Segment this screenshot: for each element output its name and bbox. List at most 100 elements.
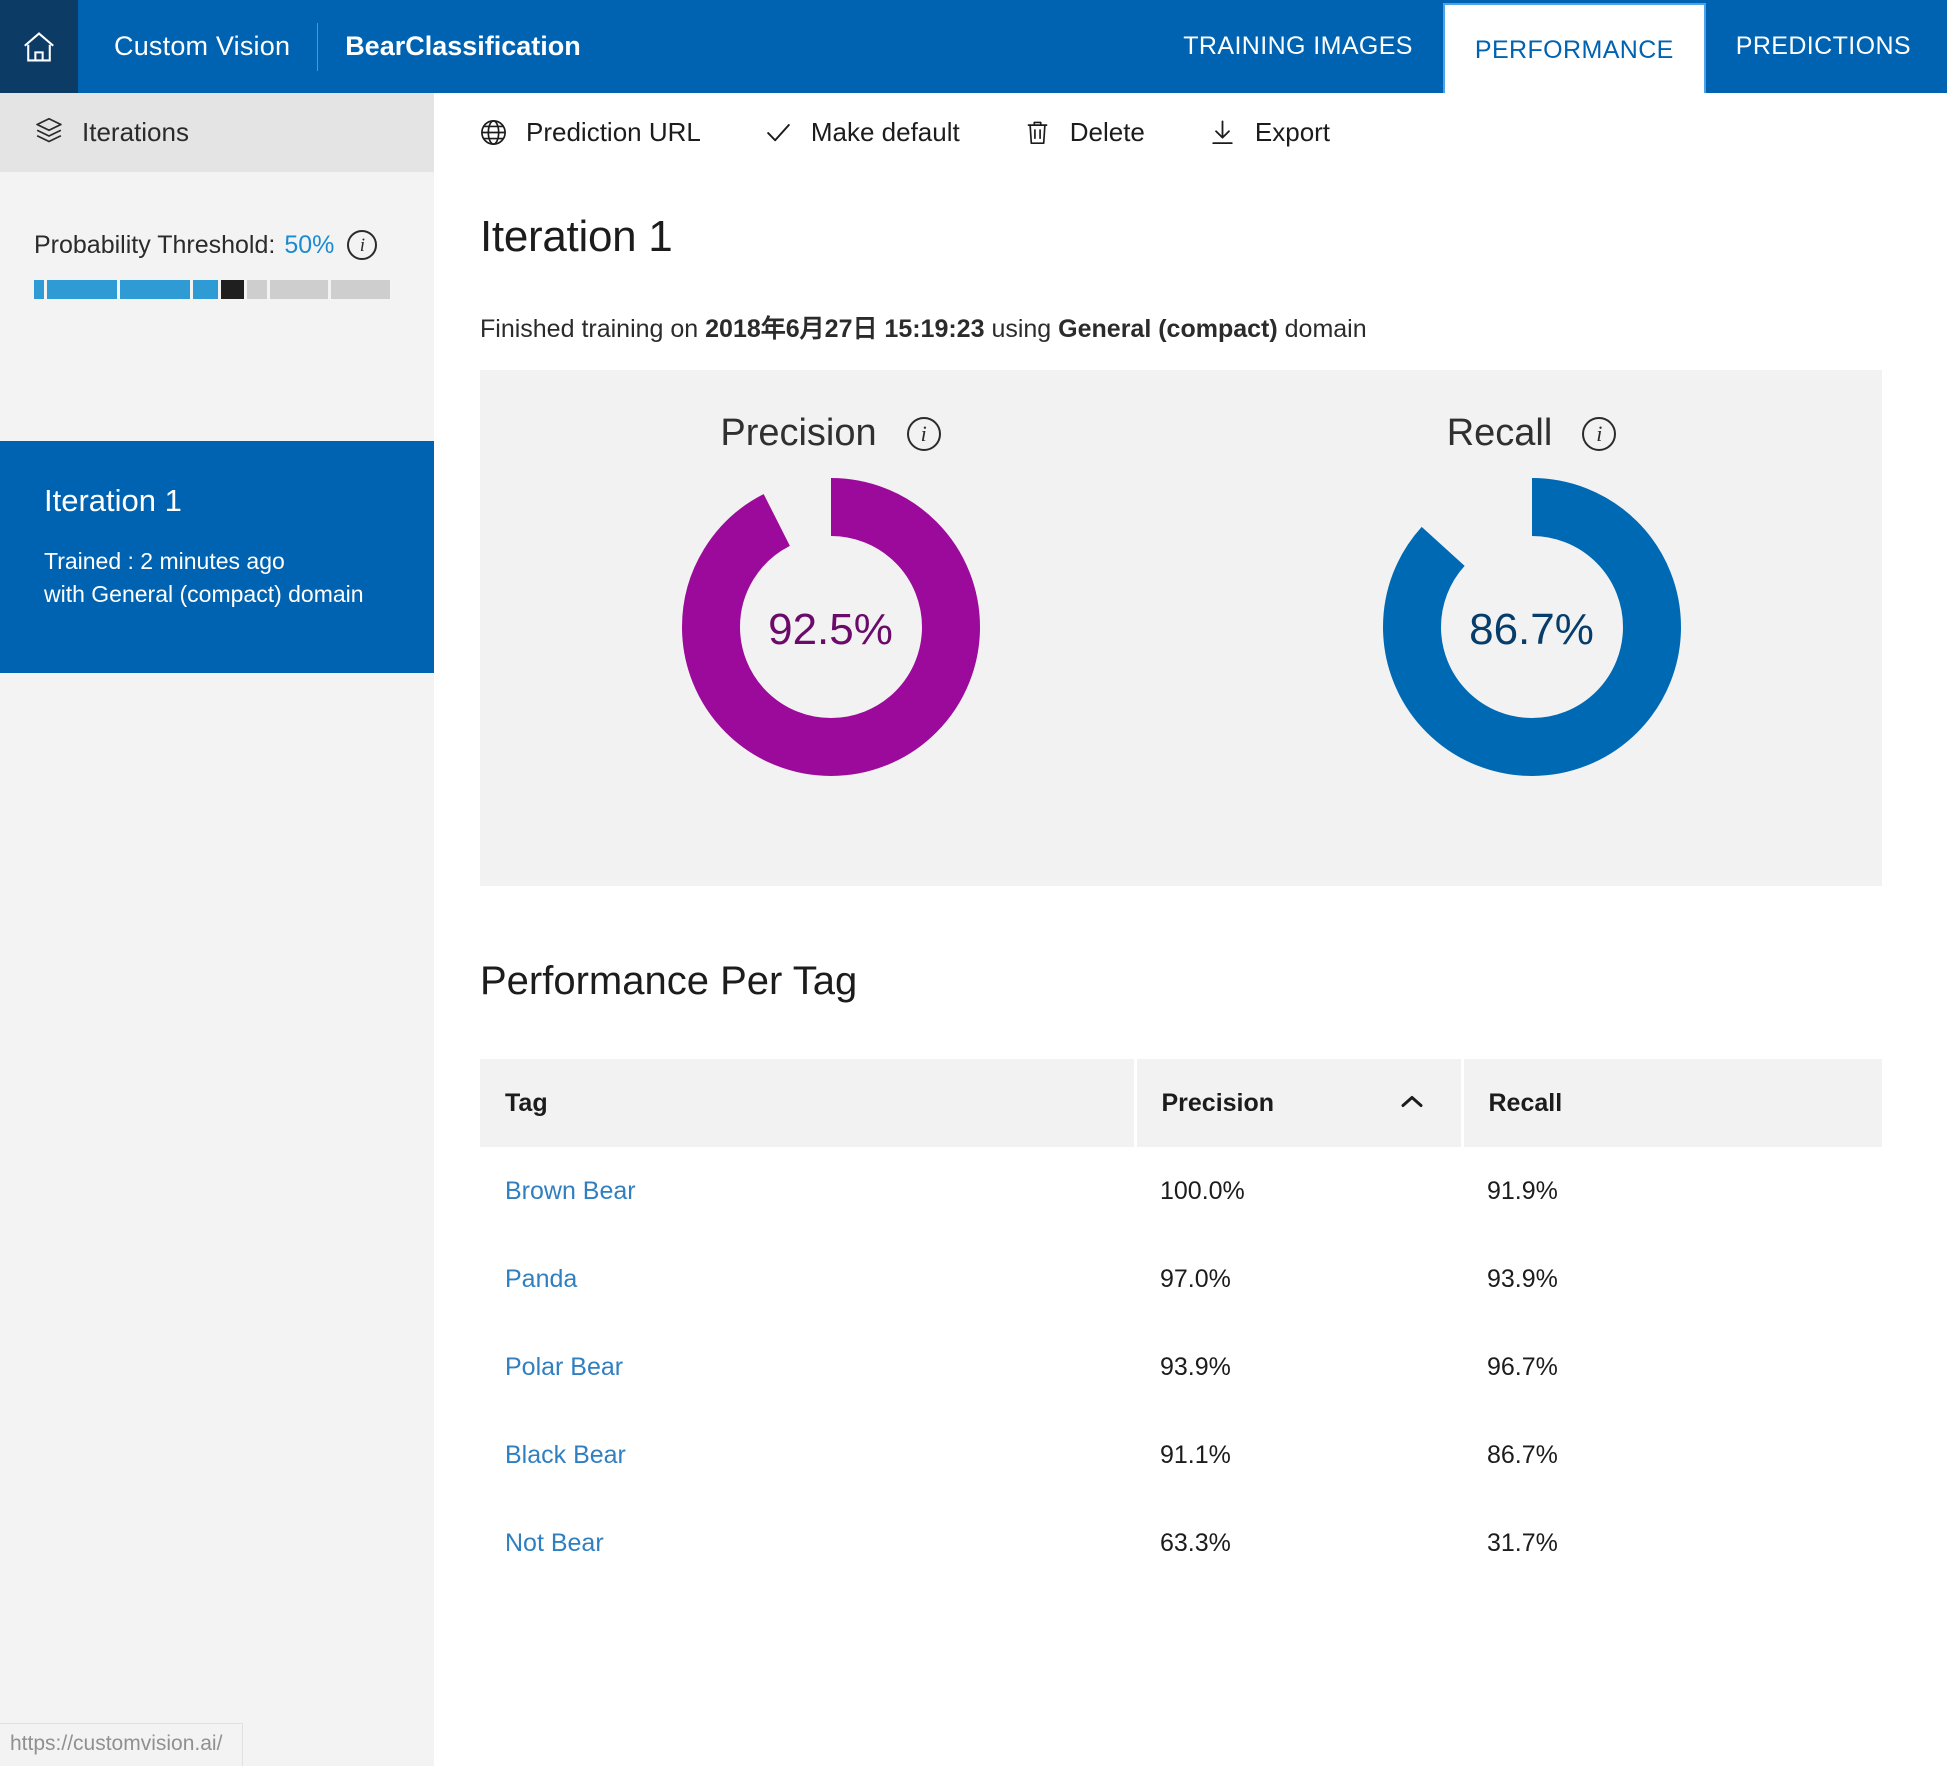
table-row: Polar Bear 93.9% 96.7% — [480, 1323, 1882, 1411]
column-header-recall[interactable]: Recall — [1462, 1059, 1882, 1147]
export-label: Export — [1254, 117, 1331, 147]
slider-thumb[interactable] — [221, 280, 245, 299]
sort-ascending-icon — [1399, 1089, 1425, 1118]
info-icon[interactable]: i — [906, 416, 941, 451]
sidebar-header-label: Iterations — [82, 117, 189, 147]
finished-prefix: Finished training on — [480, 315, 706, 343]
cell-tag: Brown Bear — [480, 1147, 1135, 1235]
probability-threshold-slider[interactable] — [34, 280, 390, 299]
delete-button[interactable]: Delete — [1022, 117, 1145, 148]
sidebar-item-iteration-1[interactable]: Iteration 1 Trained : 2 minutes ago with… — [0, 441, 434, 673]
tag-link[interactable]: Panda — [505, 1265, 577, 1293]
table-row: Not Bear 63.3% 31.7% — [480, 1499, 1882, 1587]
tag-link[interactable]: Not Bear — [505, 1529, 604, 1557]
iteration-card-domain: with General (compact) domain — [44, 580, 364, 607]
page-title: Iteration 1 — [480, 212, 673, 261]
trash-icon — [1022, 117, 1053, 148]
make-default-label: Make default — [810, 117, 960, 147]
cell-precision: 100.0% — [1160, 1176, 1245, 1205]
finished-domain: General (compact) — [1058, 315, 1278, 343]
precision-value: 92.5% — [768, 604, 893, 654]
probability-threshold-block: Probability Threshold: 50% i — [0, 172, 434, 299]
info-icon[interactable]: i — [347, 230, 378, 260]
table-row: Black Bear 91.1% 86.7% — [480, 1411, 1882, 1499]
slider-segment[interactable] — [193, 280, 219, 299]
recall-donut-wrap: 86.7% — [1181, 477, 1882, 782]
sidebar-header-iterations[interactable]: Iterations — [0, 93, 434, 172]
make-default-button[interactable]: Make default — [763, 117, 960, 148]
finished-date: 2018年6月27日 15:19:23 — [705, 315, 985, 343]
check-icon — [763, 117, 794, 148]
performance-per-tag-table: Tag Precision Recall Brown Bear 100.0% 91.… — [480, 1059, 1882, 1587]
sidebar: Iterations Probability Threshold: 50% i … — [0, 93, 434, 1766]
brand-divider — [317, 22, 319, 71]
tag-link[interactable]: Brown Bear — [505, 1177, 636, 1205]
threshold-value: 50% — [284, 230, 335, 259]
prediction-url-button[interactable]: Prediction URL — [478, 117, 701, 148]
column-header-precision[interactable]: Precision — [1135, 1059, 1464, 1147]
slider-segment[interactable] — [331, 280, 390, 299]
home-button[interactable] — [0, 0, 78, 93]
table-row: Panda 97.0% 93.9% — [480, 1235, 1882, 1323]
slider-segment[interactable] — [119, 280, 191, 299]
recall-metric: Recall i 86.7% — [1181, 370, 1882, 886]
cell-tag: Polar Bear — [480, 1323, 1135, 1411]
finished-suffix: domain — [1277, 315, 1367, 343]
cell-precision: 93.9% — [1160, 1352, 1231, 1381]
top-navigation-bar: Custom Vision BearClassification TRAININ… — [0, 0, 1947, 96]
download-icon — [1207, 117, 1238, 148]
finished-training-line: Finished training on 2018年6月27日 15:19:23… — [480, 309, 1947, 345]
column-header-precision-label: Precision — [1161, 1088, 1275, 1117]
project-title: BearClassification — [345, 31, 581, 61]
column-header-tag[interactable]: Tag — [480, 1059, 1137, 1147]
cell-recall: 96.7% — [1487, 1352, 1558, 1381]
iteration-toolbar: Prediction URL Make default Delete Expor… — [434, 93, 1947, 172]
stack-icon — [34, 115, 64, 150]
cell-recall: 91.9% — [1487, 1176, 1558, 1205]
prediction-url-label: Prediction URL — [526, 117, 701, 147]
tab-training-images[interactable]: TRAINING IMAGES — [1153, 0, 1443, 93]
tab-predictions[interactable]: PREDICTIONS — [1706, 0, 1947, 93]
recall-value: 86.7% — [1469, 604, 1594, 654]
brand-group: Custom Vision BearClassification — [78, 0, 581, 93]
precision-metric: Precision i 92.5% — [480, 370, 1181, 886]
section-title-performance-per-tag: Performance Per Tag — [480, 959, 858, 1003]
precision-donut-chart: 92.5% — [681, 477, 981, 782]
precision-title: Precision — [720, 412, 877, 454]
status-bar-url: https://customvision.ai/ — [0, 1723, 244, 1766]
threshold-label: Probability Threshold: — [34, 230, 276, 259]
home-icon — [20, 28, 58, 66]
slider-segment[interactable] — [46, 280, 117, 299]
recall-title: Recall — [1446, 412, 1553, 454]
precision-header: Precision i — [480, 370, 1181, 455]
delete-label: Delete — [1069, 117, 1145, 147]
table-body: Brown Bear 100.0% 91.9% Panda 97.0% 93.9% Pola… — [480, 1147, 1882, 1587]
metrics-panel: Precision i 92.5% Recall i 86.7% — [480, 370, 1882, 886]
table-header: Tag Precision Recall — [480, 1059, 1882, 1147]
top-tabs: TRAINING IMAGES PERFORMANCE PREDICTIONS — [1153, 0, 1947, 96]
cell-recall: 31.7% — [1487, 1528, 1558, 1557]
finished-middle: using — [984, 315, 1059, 343]
table-row: Brown Bear 100.0% 91.9% — [480, 1147, 1882, 1235]
threshold-row: Probability Threshold: 50% i — [34, 230, 398, 260]
recall-donut-chart: 86.7% — [1382, 477, 1682, 782]
tag-link[interactable]: Black Bear — [505, 1441, 626, 1469]
slider-segment[interactable] — [34, 280, 44, 299]
globe-icon — [478, 117, 509, 148]
tab-performance[interactable]: PERFORMANCE — [1442, 3, 1706, 96]
tag-link[interactable]: Polar Bear — [505, 1353, 623, 1381]
iteration-card-trained: Trained : 2 minutes ago — [44, 548, 285, 574]
cell-tag: Not Bear — [480, 1499, 1135, 1587]
cell-tag: Black Bear — [480, 1411, 1135, 1499]
cell-recall: 86.7% — [1487, 1440, 1558, 1469]
export-button[interactable]: Export — [1207, 117, 1330, 148]
slider-segment[interactable] — [269, 280, 329, 299]
slider-segment[interactable] — [247, 280, 267, 299]
table-header-row: Tag Precision Recall — [480, 1059, 1882, 1147]
cell-precision: 97.0% — [1160, 1264, 1231, 1293]
iteration-card-title: Iteration 1 — [44, 483, 182, 518]
cell-tag: Panda — [480, 1235, 1135, 1323]
info-icon[interactable]: i — [1582, 416, 1617, 451]
brand-title[interactable]: Custom Vision — [114, 31, 290, 62]
cell-recall: 93.9% — [1487, 1264, 1558, 1293]
